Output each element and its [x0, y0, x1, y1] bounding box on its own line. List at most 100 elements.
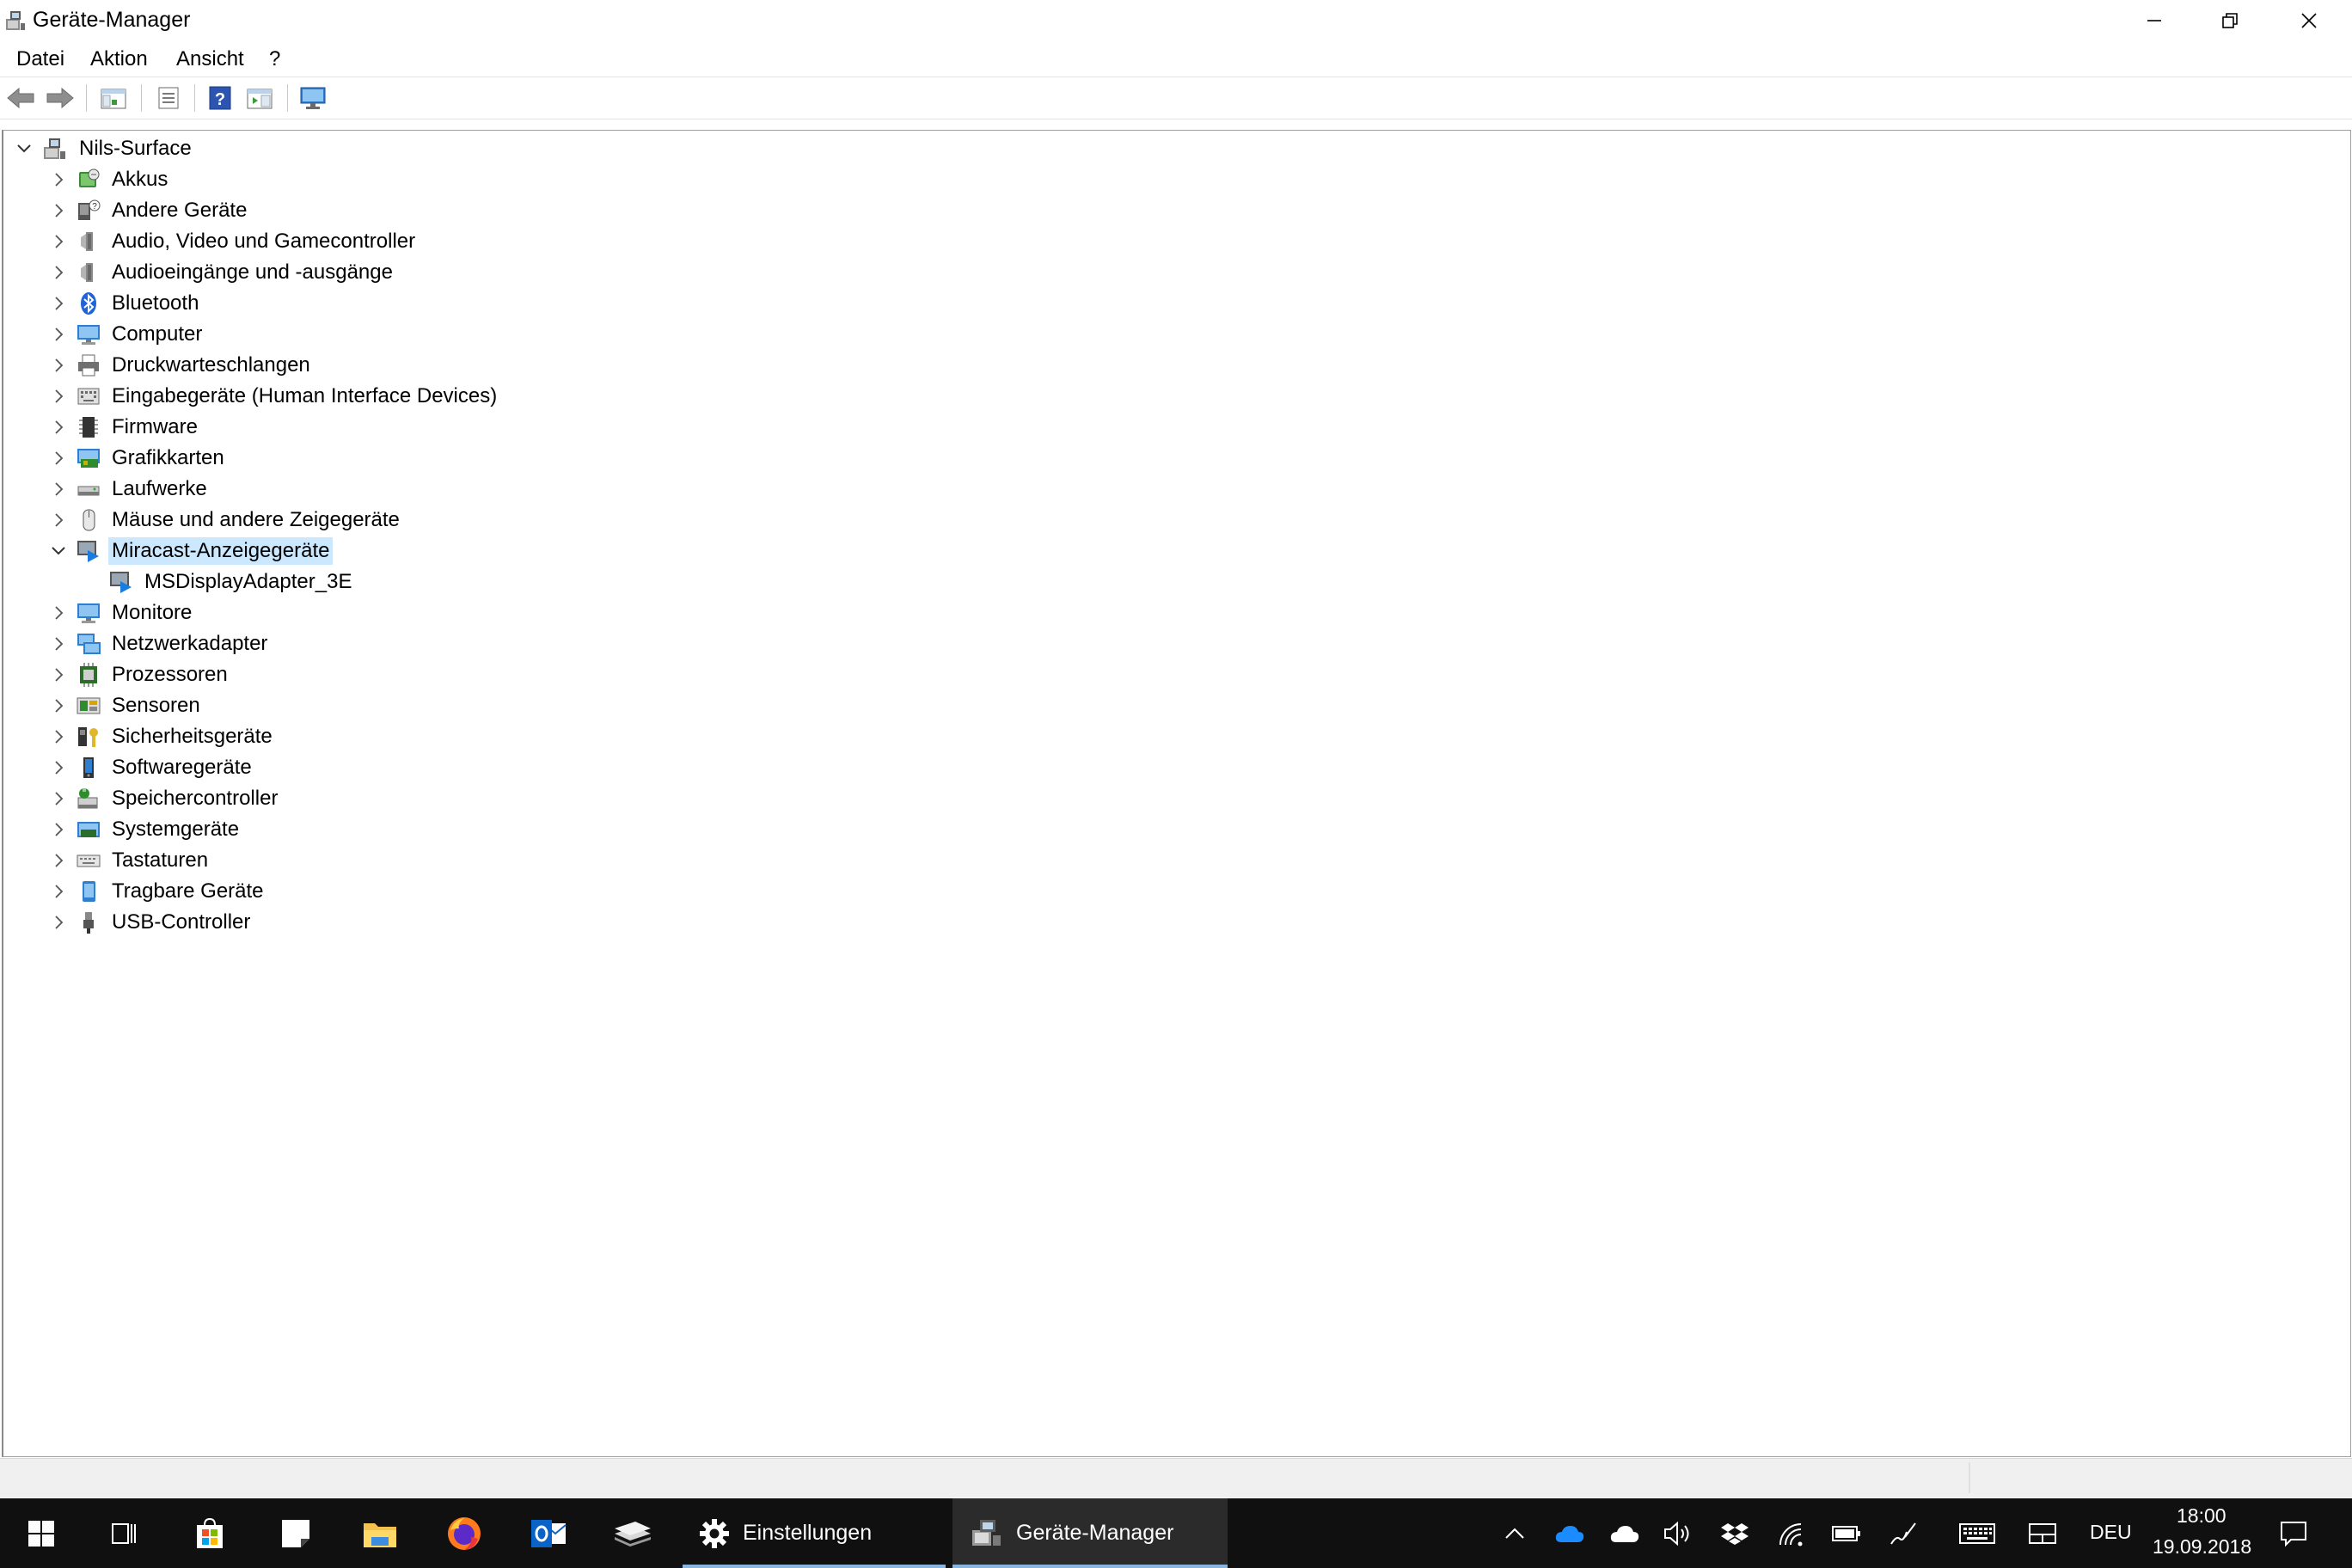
menu-help[interactable]: ?	[266, 47, 284, 71]
sticky-notes-button[interactable]	[254, 1498, 337, 1568]
chevron-right-icon[interactable]	[50, 171, 67, 188]
tree-category-label: Miracast-Anzeigegeräte	[108, 537, 334, 565]
wifi-tray[interactable]	[1776, 1519, 1807, 1548]
menu-ansicht[interactable]: Ansicht	[173, 47, 248, 71]
show-hide-console-tree-icon	[101, 89, 126, 109]
tree-category-label: USB-Controller	[112, 910, 251, 934]
chevron-right-icon[interactable]	[50, 697, 67, 714]
miracast-icon	[108, 569, 134, 595]
pen-workspace-tray[interactable]	[1888, 1519, 1919, 1548]
file-explorer-button[interactable]	[339, 1498, 421, 1568]
action-center-button[interactable]	[2278, 1519, 2309, 1548]
running-indicator	[952, 1565, 1228, 1568]
chevron-right-icon[interactable]	[50, 511, 67, 529]
chevron-right-icon[interactable]	[50, 233, 67, 250]
chevron-right-icon[interactable]	[50, 264, 67, 281]
forward-button[interactable]	[45, 83, 76, 113]
chevron-right-icon[interactable]	[50, 202, 67, 219]
toolbar: ?	[0, 77, 2352, 119]
clock-date[interactable]: 19.09.2018	[2153, 1535, 2251, 1559]
chevron-right-icon[interactable]	[50, 357, 67, 374]
processor-icon	[76, 662, 101, 688]
taskbar-app-einstellungen[interactable]: Einstellungen	[683, 1498, 946, 1568]
security-key-icon	[76, 724, 101, 750]
clock-time[interactable]: 18:00	[2177, 1504, 2226, 1528]
tree-category-label: Netzwerkadapter	[112, 632, 268, 655]
restore-button[interactable]	[2190, 0, 2269, 41]
chevron-right-icon[interactable]	[50, 326, 67, 343]
status-bar	[0, 1458, 2352, 1498]
network-adapter-icon	[76, 631, 101, 657]
file-explorer-icon	[364, 1522, 396, 1547]
tree-category-label: Monitore	[112, 601, 193, 624]
battery-tray[interactable]	[1831, 1519, 1862, 1548]
show-hidden-icons-button[interactable]	[1499, 1519, 1530, 1548]
taskbar-app-geraete-manager[interactable]: Geräte-Manager	[952, 1498, 1228, 1568]
outlook-icon	[531, 1519, 567, 1547]
chevron-right-icon[interactable]	[50, 450, 67, 467]
help-button[interactable]: ?	[205, 83, 236, 113]
menu-datei[interactable]: Datei	[13, 47, 68, 71]
chevron-right-icon[interactable]	[50, 914, 67, 931]
computer-root-icon	[41, 136, 67, 162]
onedrive-business-tray[interactable]	[1554, 1519, 1585, 1548]
store-icon	[197, 1517, 223, 1548]
back-button[interactable]	[5, 83, 36, 113]
system-device-icon	[76, 817, 101, 842]
chevron-right-icon[interactable]	[50, 883, 67, 900]
mouse-icon	[76, 507, 101, 533]
outlook-button[interactable]	[507, 1498, 590, 1568]
toolbar-separator	[86, 84, 87, 112]
store-button[interactable]	[168, 1498, 251, 1568]
scan-hardware-button[interactable]	[297, 83, 328, 113]
chevron-right-icon[interactable]	[50, 666, 67, 683]
chevron-down-icon[interactable]	[50, 542, 67, 560]
sticky-notes-icon	[282, 1519, 309, 1547]
chevron-down-icon[interactable]	[15, 140, 33, 157]
bluetooth-icon	[76, 291, 101, 316]
tree-category-label: Tastaturen	[112, 848, 209, 872]
show-hide-tree-button[interactable]	[98, 83, 129, 113]
onedrive-personal-tray[interactable]	[1609, 1519, 1640, 1548]
miracast-icon	[76, 538, 101, 564]
tree-category-label: Softwaregeräte	[112, 756, 252, 779]
restore-icon	[2222, 13, 2238, 28]
dropbox-tray[interactable]	[1719, 1519, 1750, 1548]
chevron-up-icon	[1505, 1528, 1524, 1539]
firefox-button[interactable]	[423, 1498, 505, 1568]
device-manager-icon	[972, 1519, 1001, 1546]
firmware-chip-icon	[76, 414, 101, 440]
device-tree[interactable]: Nils-Surface Akkus? Andere Geräte Audio, V…	[2, 130, 2351, 1457]
volume-tray[interactable]	[1663, 1519, 1694, 1548]
action-pane-button[interactable]	[244, 83, 275, 113]
tree-category-label: Tragbare Geräte	[112, 879, 264, 903]
tree-category-label: Eingabegeräte (Human Interface Devices)	[112, 384, 498, 407]
stack-app-button[interactable]	[591, 1498, 674, 1568]
minimize-button[interactable]	[2115, 0, 2194, 41]
close-button[interactable]	[2269, 0, 2349, 41]
task-view-button[interactable]	[83, 1498, 165, 1568]
menu-aktion[interactable]: Aktion	[87, 47, 151, 71]
display-adapter-icon	[76, 445, 101, 471]
tablet-mode-tray[interactable]	[2027, 1519, 2058, 1548]
chevron-right-icon[interactable]	[50, 821, 67, 838]
properties-button[interactable]	[153, 83, 184, 113]
tree-category-label: Speichercontroller	[112, 787, 279, 810]
onedrive-blue-icon	[1555, 1526, 1584, 1542]
chevron-right-icon[interactable]	[50, 481, 67, 498]
menu-bar: Datei Aktion Ansicht ?	[0, 45, 2352, 76]
chevron-right-icon[interactable]	[50, 635, 67, 652]
chevron-right-icon[interactable]	[50, 604, 67, 622]
chevron-right-icon[interactable]	[50, 419, 67, 436]
chevron-right-icon[interactable]	[50, 728, 67, 745]
chevron-right-icon[interactable]	[50, 759, 67, 776]
touch-keyboard-tray[interactable]	[1958, 1519, 1996, 1548]
chevron-right-icon[interactable]	[50, 295, 67, 312]
chevron-right-icon[interactable]	[50, 790, 67, 807]
monitor-icon	[76, 600, 101, 626]
chevron-right-icon[interactable]	[50, 388, 67, 405]
hid-icon	[76, 383, 101, 409]
input-language-indicator[interactable]: DEU	[2090, 1521, 2132, 1544]
chevron-right-icon[interactable]	[50, 852, 67, 869]
start-button[interactable]	[0, 1498, 83, 1568]
